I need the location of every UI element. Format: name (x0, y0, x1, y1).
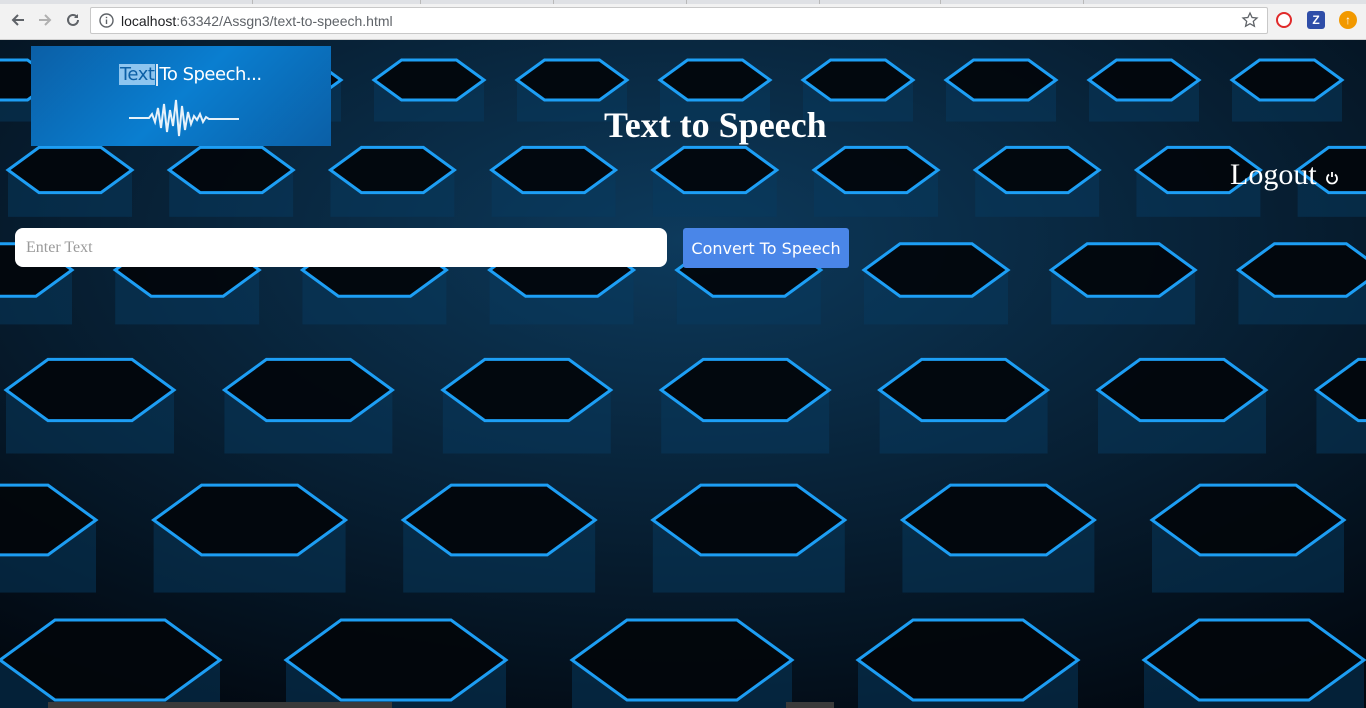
tab-divider (420, 0, 421, 4)
update-glyph: ↑ (1345, 13, 1351, 27)
waveform-icon (129, 99, 239, 137)
forward-button[interactable] (35, 10, 55, 30)
browser-toolbar: localhost:63342/Assgn3/text-to-speech.ht… (0, 0, 1366, 40)
url-host: localhost (121, 13, 177, 29)
reload-button[interactable] (63, 10, 83, 30)
tab-strip (0, 0, 1366, 4)
address-bar[interactable]: localhost:63342/Assgn3/text-to-speech.ht… (90, 7, 1268, 34)
page-title: Text to Speech (604, 105, 827, 145)
back-button[interactable] (8, 10, 28, 30)
scroll-indicator (48, 702, 392, 708)
forward-arrow-icon (39, 14, 52, 26)
logout-label: Logout (1230, 158, 1317, 191)
tab-divider (940, 0, 941, 4)
tab-divider (819, 0, 820, 4)
power-icon (1325, 172, 1338, 185)
text-input[interactable] (15, 228, 667, 267)
logo-text-rest: To Speech... (159, 64, 262, 85)
info-icon[interactable] (99, 13, 114, 28)
tab-divider (1083, 0, 1084, 4)
zotero-glyph: Z (1312, 13, 1320, 27)
scroll-indicator (786, 702, 834, 708)
back-arrow-icon (11, 14, 24, 26)
logo-text-highlight: Text (119, 64, 156, 85)
url-path: :63342/Assgn3/text-to-speech.html (176, 13, 393, 29)
convert-to-speech-button[interactable]: Convert To Speech (683, 228, 849, 268)
logout-link[interactable]: Logout (1230, 158, 1339, 192)
zotero-icon[interactable]: Z (1307, 11, 1325, 29)
update-icon[interactable]: ↑ (1339, 11, 1357, 29)
bookmark-star-icon[interactable] (1241, 11, 1259, 29)
reload-icon (67, 13, 79, 26)
logo: Text To Speech... (31, 46, 331, 146)
url-text: localhost:63342/Assgn3/text-to-speech.ht… (121, 13, 393, 29)
opera-icon[interactable] (1276, 12, 1292, 28)
logo-text: Text To Speech... (119, 64, 262, 86)
page-body: TextTo Speech... Text to Speech Logout C… (0, 40, 1366, 708)
tab-divider (553, 0, 554, 4)
tab-divider (686, 0, 687, 4)
tab-divider (252, 0, 253, 4)
